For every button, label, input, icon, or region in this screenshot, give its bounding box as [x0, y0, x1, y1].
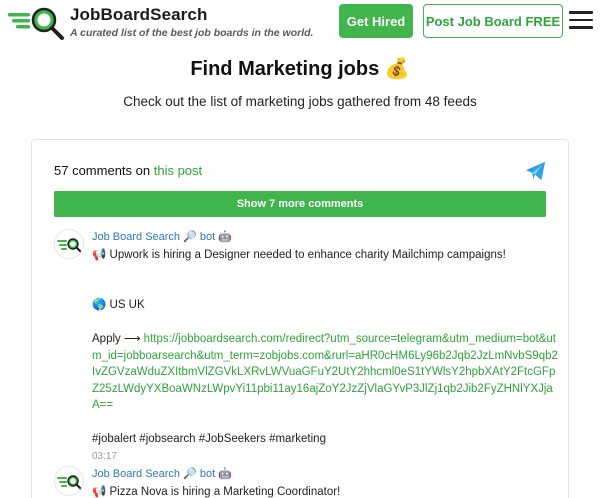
- comment-author[interactable]: Job Board Search 🔎 bot 🤖: [92, 466, 560, 483]
- comment-count: 57 comments on this post: [54, 163, 202, 178]
- comment-headline: 📢 Pizza Nova is hiring a Marketing Coord…: [92, 485, 341, 498]
- comment-body: Job Board Search 🔎 bot 🤖 📢 Upwork is hir…: [92, 229, 560, 465]
- page-title: Find Marketing jobs 💰: [190, 58, 410, 80]
- avatar: [54, 466, 84, 496]
- post-job-board-button[interactable]: Post Job Board FREE: [423, 4, 563, 38]
- comment-time: 03:17: [92, 450, 118, 462]
- hamburger-menu-icon[interactable]: [569, 11, 593, 31]
- job-search-logo-icon: [57, 475, 82, 490]
- comment-body: Job Board Search 🔎 bot 🤖 📢 Pizza Nova is…: [92, 466, 560, 498]
- comment-tags: #jobalert #jobsearch #JobSeekers #market…: [92, 433, 326, 445]
- apply-link[interactable]: https://jobboardsearch.com/redirect?utm_…: [92, 333, 558, 411]
- this-post-link[interactable]: this post: [154, 163, 202, 178]
- comment-author[interactable]: Job Board Search 🔎 bot 🤖: [92, 229, 560, 246]
- get-hired-button[interactable]: Get Hired: [339, 4, 413, 38]
- avatar: [54, 229, 84, 259]
- brand-title[interactable]: JobBoardSearch: [70, 5, 207, 25]
- telegram-icon[interactable]: [525, 161, 547, 181]
- comments-widget: 57 comments on this post Show 7 more com…: [31, 139, 569, 498]
- brand-tagline: A curated list of the best job boards in…: [70, 27, 314, 39]
- show-more-comments-button[interactable]: Show 7 more comments: [54, 191, 546, 217]
- page-subtitle: Check out the list of marketing jobs gat…: [123, 94, 477, 109]
- site-header: JobBoardSearch A curated list of the bes…: [0, 0, 600, 44]
- job-search-logo-icon: [57, 238, 82, 253]
- job-search-logo-icon[interactable]: [8, 4, 66, 40]
- comment-location: 🌎 US UK: [92, 299, 145, 311]
- comment-count-text: 57 comments on: [54, 163, 151, 178]
- comment-headline: 📢 Upwork is hiring a Designer needed to …: [92, 248, 506, 261]
- apply-prefix: Apply ⟶: [92, 333, 144, 345]
- comment-apply: Apply ⟶ https://jobboardsearch.com/redir…: [92, 331, 560, 414]
